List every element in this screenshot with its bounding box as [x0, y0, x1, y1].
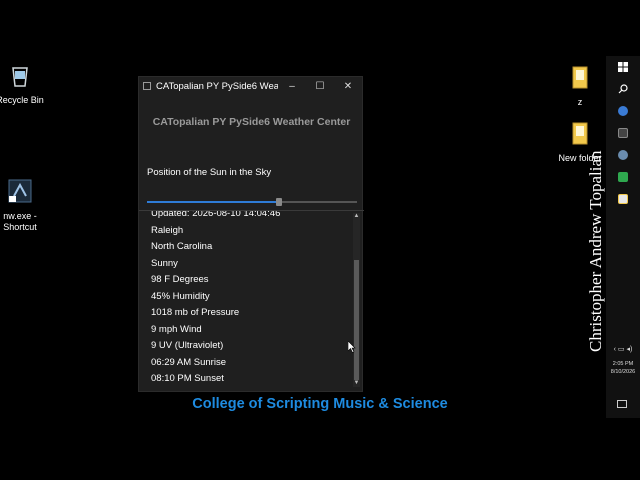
tray-icons[interactable]: ‹ ▭ ◂) [606, 346, 640, 354]
notepad-icon [618, 194, 628, 204]
globe-icon [618, 150, 628, 160]
weather-info-item: Raleigh [151, 224, 184, 236]
scrollbar-thumb[interactable] [354, 260, 359, 380]
weather-info-item: Sunny [151, 257, 178, 269]
mouse-cursor-icon [348, 341, 356, 353]
slider-thumb[interactable] [276, 198, 283, 206]
folder-icon [572, 66, 588, 89]
info-scrollbar[interactable]: ▲ ▼ [353, 213, 360, 387]
nw-app-icon [8, 179, 32, 203]
recycle-bin-icon[interactable]: Recycle Bin [0, 62, 44, 106]
nw-shortcut-icon[interactable]: nw.exe - Shortcut [0, 178, 44, 233]
sun-position-label: Position of the Sun in the Sky [147, 167, 272, 178]
weather-info-item: 9 mph Wind [151, 323, 202, 335]
scroll-up-arrow-icon[interactable]: ▲ [353, 213, 360, 220]
start-button[interactable] [606, 56, 640, 78]
system-tray: ‹ ▭ ◂) 2:05 PM 8/10/2026 [606, 346, 640, 376]
recycle-bin-label: Recycle Bin [0, 95, 44, 105]
weather-info-item: 9 UV (Ultraviolet) [151, 340, 224, 351]
app-circle-icon [618, 106, 628, 116]
taskbar-app-1[interactable] [606, 100, 640, 122]
taskbar-app-2[interactable] [606, 122, 640, 144]
weather-info-item: 06:29 AM Sunrise [151, 356, 226, 368]
notifications-icon[interactable] [617, 400, 627, 408]
folder-z-label: z [577, 97, 583, 107]
taskbar-app-5[interactable] [606, 188, 640, 210]
maximize-button[interactable]: ☐ [306, 81, 334, 92]
recycle-bin-glyph-icon [12, 67, 28, 87]
scroll-down-arrow-icon[interactable]: ▼ [353, 380, 360, 387]
author-watermark: Christopher Andrew Topalian [586, 150, 605, 352]
close-button[interactable]: ✕ [334, 81, 362, 92]
weather-info-item: 45% Humidity [151, 290, 210, 302]
caption-text: College of Scripting Music & Science [192, 396, 448, 412]
spreadsheet-icon [618, 172, 628, 182]
weather-info-item: 1018 mb of Pressure [151, 307, 240, 318]
weather-info-item: 08:10 PM Sunset [151, 373, 224, 384]
clock-time[interactable]: 2:05 PM [606, 360, 640, 368]
weather-info-item: North Carolina [151, 241, 213, 252]
nw-shortcut-label: nw.exe - Shortcut [3, 211, 37, 232]
folder-icon [572, 122, 588, 145]
windows-logo-icon [618, 62, 628, 72]
app-icon [143, 82, 151, 90]
taskbar-app-4[interactable] [606, 166, 640, 188]
weather-window: CATopalian PY PySide6 Weat... – ☐ ✕ CATo… [138, 76, 364, 392]
weather-info-item: Updated: 2026-08-10 14:04:46 [151, 211, 281, 219]
terminal-icon [618, 128, 628, 138]
sun-position-slider[interactable] [147, 198, 357, 206]
clock-date[interactable]: 8/10/2026 [606, 368, 640, 376]
search-button[interactable] [606, 78, 640, 100]
weather-info-panel[interactable]: Updated: 2026-08-10 14:04:46 Raleigh North… [139, 211, 364, 389]
weather-info-item: 98 F Degrees [151, 274, 209, 285]
window-title: CATopalian PY PySide6 Weat... [156, 80, 278, 92]
app-header-title: CATopalian PY PySide6 Weather Center [152, 116, 351, 128]
title-bar[interactable]: CATopalian PY PySide6 Weat... – ☐ ✕ [139, 77, 362, 95]
search-icon [618, 84, 628, 94]
minimize-button[interactable]: – [278, 81, 306, 92]
slider-fill [147, 201, 280, 203]
weather-info-list: Updated: 2026-08-10 14:04:46 Raleigh North… [151, 211, 280, 388]
folder-z-icon[interactable]: z [556, 64, 604, 108]
taskbar: ‹ ▭ ◂) 2:05 PM 8/10/2026 [606, 56, 640, 418]
taskbar-app-3[interactable] [606, 144, 640, 166]
